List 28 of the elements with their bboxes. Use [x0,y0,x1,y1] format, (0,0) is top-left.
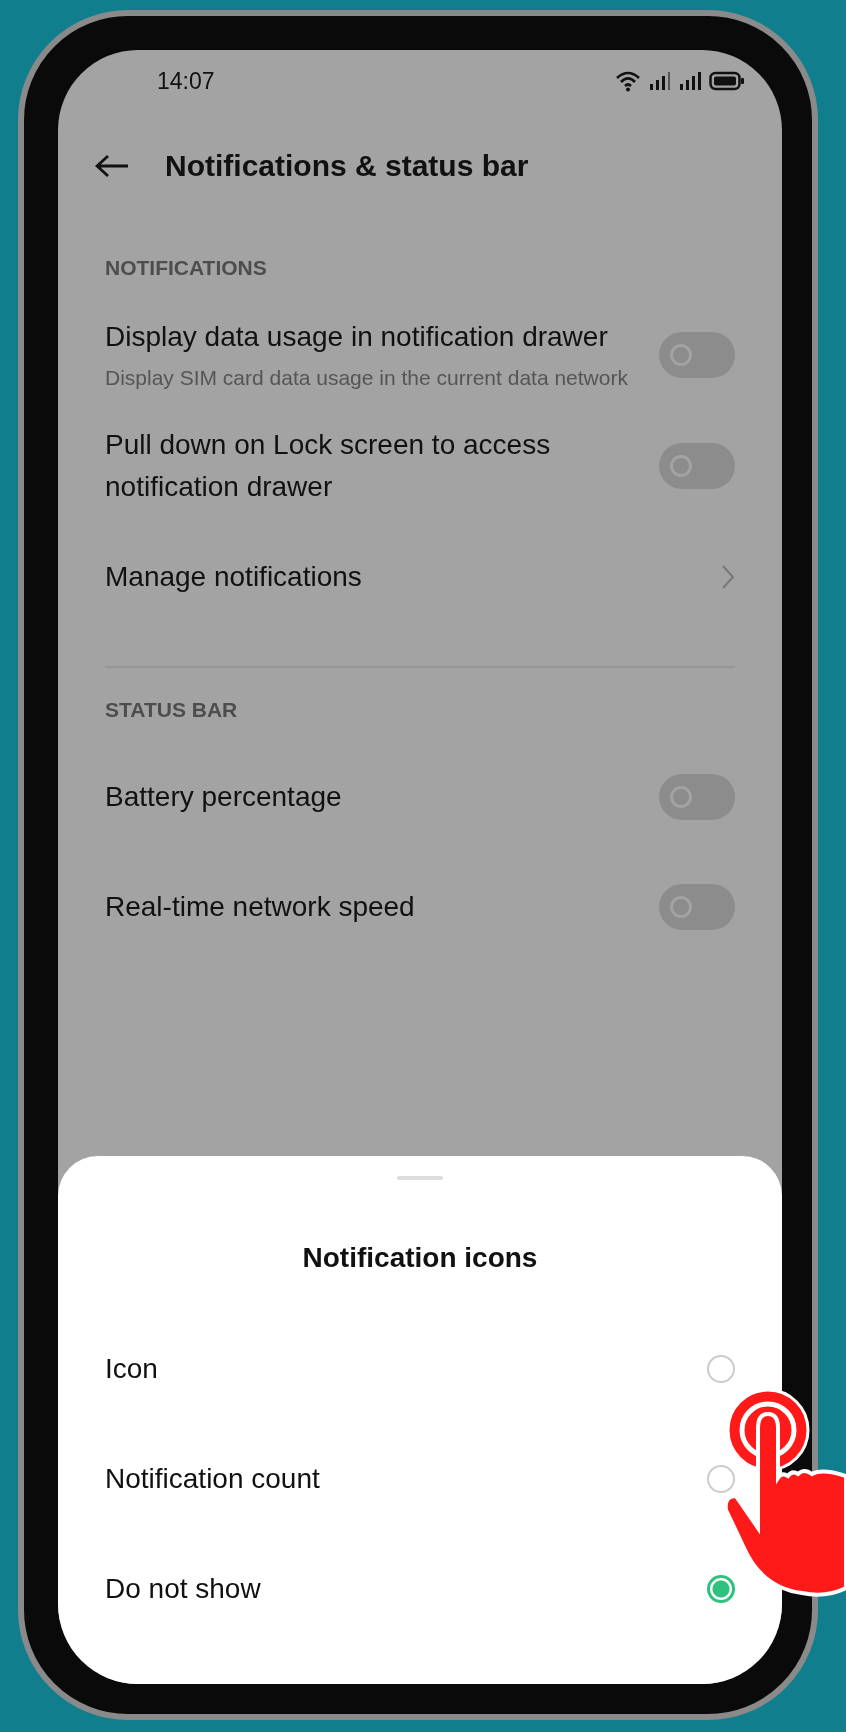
section-heading: STATUS BAR [105,698,239,722]
toggle-switch[interactable] [659,774,735,820]
option-label: Notification count [105,1463,320,1495]
setting-title: Battery percentage [105,780,342,814]
signal-icon [649,71,671,91]
battery-icon [709,71,745,91]
signal-icon [679,71,701,91]
toggle-switch[interactable] [659,332,735,378]
chevron-right-icon[interactable] [721,564,735,590]
setting-title: Manage notifications [105,560,362,594]
option-label: Icon [105,1353,158,1385]
setting-description: Display SIM card data usage in the current data network [105,364,628,391]
radio-button[interactable] [707,1575,735,1603]
status-time: 14:07 [157,67,215,95]
back-arrow-icon[interactable] [95,154,129,178]
toggle-switch[interactable] [659,884,735,930]
section-heading: NOTIFICATIONS [105,256,268,280]
setting-title: Pull down on Lock screen to access notification drawer [105,428,552,504]
page-title: Notifications & status bar [165,149,529,183]
radio-button[interactable] [707,1465,735,1493]
option-label: Do not show [105,1573,261,1605]
drag-handle[interactable] [397,1176,443,1180]
sheet-title: Notification icons [301,1242,539,1274]
setting-title: Display data usage in notification drawer [105,319,609,354]
setting-title: Real-time network speed [105,890,415,924]
wifi-icon [615,70,641,92]
radio-button[interactable] [707,1355,735,1383]
toggle-switch[interactable] [659,443,735,489]
